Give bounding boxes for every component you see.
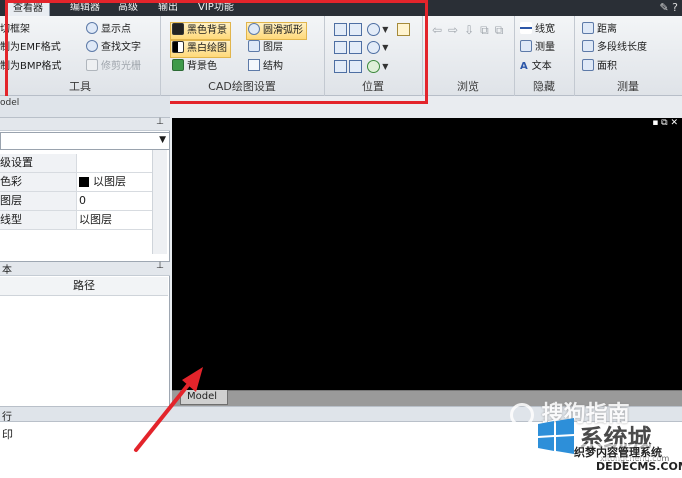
tab-model[interactable]: Model (180, 390, 229, 405)
polyline-icon (582, 40, 594, 52)
area-button[interactable]: 面积 (582, 59, 617, 75)
path-column-header[interactable]: 路径 (0, 277, 168, 296)
line-width-icon (520, 22, 532, 34)
chevron-down-icon[interactable]: ▼ (159, 135, 166, 145)
sogou-logo-icon (510, 403, 534, 427)
measure-toggle-button[interactable]: 测量 (520, 40, 555, 56)
browse-nav-icons[interactable]: ⇦⇨⇩⧉⧉ (432, 22, 509, 38)
files-pin-bar: 本 ⊥ (0, 261, 170, 276)
dede-watermark-line1: 织梦内容管理系统 (574, 444, 662, 460)
ruler-icon (520, 40, 532, 52)
property-row[interactable]: 色彩 以图层 (0, 173, 152, 192)
files-panel-title: 本 (2, 265, 12, 276)
command-text: 印 (2, 428, 13, 441)
color-swatch (79, 177, 89, 187)
distance-icon (582, 22, 594, 34)
files-panel: 本 ⊥ 路径 (0, 261, 170, 406)
property-row[interactable]: 图层 0 (0, 192, 152, 211)
pin-icon[interactable]: ⊥ (156, 117, 164, 127)
properties-panel: ⊥ ▼ 级设置 色彩 以图层 图层 0 线型 以图层 (0, 117, 170, 261)
object-selector[interactable]: ▼ (0, 132, 170, 150)
properties-scrollbar[interactable] (152, 150, 167, 254)
property-row[interactable]: 级设置 (0, 154, 152, 173)
line-width-button[interactable]: 线宽 (520, 22, 555, 38)
area-icon (582, 59, 594, 71)
model-tag: odel (0, 98, 20, 108)
text-toggle-button[interactable]: A 文本 (520, 59, 552, 75)
pin-icon[interactable]: ⊥ (156, 261, 164, 271)
window-help-icons[interactable]: ✎ ? (659, 1, 678, 14)
text-a-icon: A (520, 61, 528, 72)
group-hide-label: 隐藏 (533, 80, 555, 93)
polyline-length-button[interactable]: 多段线长度 (582, 40, 647, 56)
group-browse: ⇦⇨⇩⧉⧉ 浏览 (422, 16, 515, 96)
drawing-canvas[interactable]: ▪ ⧉ ✕ (172, 118, 682, 390)
group-browse-label: 浏览 (457, 80, 479, 93)
canvas-window-controls[interactable]: ▪ ⧉ ✕ (652, 118, 678, 128)
properties-pin-bar: ⊥ (0, 117, 170, 131)
group-measure: 距离 多段线长度 面积 测量 (574, 16, 682, 96)
group-hide: 线宽 测量 A 文本 隐藏 (514, 16, 575, 96)
group-measure-label: 测量 (617, 80, 639, 93)
windows-logo-icon (538, 418, 574, 454)
distance-button[interactable]: 距离 (582, 22, 617, 38)
highlight-annotation-box (5, 0, 428, 104)
dede-watermark-line2: DEDECMS.COM (596, 460, 682, 473)
property-row[interactable]: 线型 以图层 (0, 211, 152, 230)
